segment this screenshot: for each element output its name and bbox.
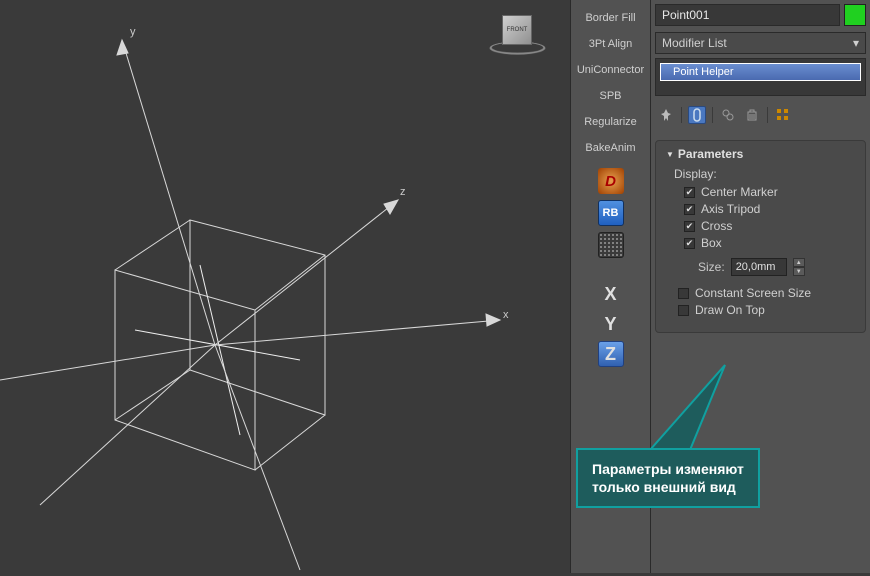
constant-screen-size-label: Constant Screen Size — [695, 286, 811, 300]
parameters-rollout: ▼ Parameters Display: ✔ Center Marker ✔ … — [655, 140, 866, 333]
box-label: Box — [701, 236, 722, 250]
rollout-title: Parameters — [678, 147, 743, 161]
make-unique-icon[interactable] — [719, 106, 737, 124]
modifier-list-label: Modifier List — [662, 36, 727, 50]
cross-label: Cross — [701, 219, 732, 233]
remove-modifier-icon[interactable] — [743, 106, 761, 124]
object-color-swatch[interactable] — [844, 4, 866, 26]
show-end-result-icon[interactable] — [688, 106, 706, 124]
callout-line1: Параметры изменяют — [592, 460, 744, 478]
regularize-button[interactable]: Regularize — [575, 111, 647, 133]
modifier-list-dropdown[interactable]: Modifier List ▾ — [655, 32, 866, 54]
modifier-stack-toolbar — [655, 102, 866, 134]
axis-z-button[interactable]: Z — [598, 341, 624, 367]
axis-y-button[interactable]: Y — [598, 311, 624, 337]
check-icon: ✔ — [684, 221, 695, 232]
viewport[interactable]: y z x FRONT — [0, 0, 565, 573]
modifier-stack[interactable]: Point Helper — [655, 58, 866, 96]
callout-pointer — [650, 360, 780, 460]
spb-button[interactable]: SPB — [575, 85, 647, 107]
spinner-down-icon[interactable]: ▼ — [793, 267, 805, 276]
object-name-input[interactable] — [655, 4, 840, 26]
annotation-callout: Параметры изменяют только внешний вид — [576, 448, 760, 508]
box-checkbox[interactable]: ✔ Box — [684, 236, 855, 250]
rollout-header[interactable]: ▼ Parameters — [666, 147, 855, 161]
pin-stack-icon[interactable] — [657, 106, 675, 124]
constant-screen-size-checkbox[interactable]: Constant Screen Size — [678, 286, 855, 300]
check-icon — [678, 305, 689, 316]
script-pattern-icon[interactable] — [598, 232, 624, 258]
viewcube[interactable]: FRONT — [480, 10, 555, 65]
draw-on-top-label: Draw On Top — [695, 303, 765, 317]
axis-x-button[interactable]: X — [598, 281, 624, 307]
check-icon — [678, 288, 689, 299]
axis-label-y: y — [130, 26, 136, 38]
bakeanim-button[interactable]: BakeAnim — [575, 137, 647, 159]
border-fill-button[interactable]: Border Fill — [575, 7, 647, 29]
axis-tripod-label: Axis Tripod — [701, 202, 760, 216]
axis-tripod-checkbox[interactable]: ✔ Axis Tripod — [684, 202, 855, 216]
size-spinner[interactable]: 20,0mm — [731, 258, 787, 276]
rollout-collapse-icon: ▼ — [666, 150, 674, 159]
size-label: Size: — [698, 260, 725, 274]
check-icon: ✔ — [684, 187, 695, 198]
callout-line2: только внешний вид — [592, 478, 744, 496]
script-d-icon[interactable]: D — [598, 168, 624, 194]
axis-label-x: x — [503, 309, 509, 321]
cross-checkbox[interactable]: ✔ Cross — [684, 219, 855, 233]
size-spinner-buttons[interactable]: ▲ ▼ — [793, 258, 805, 276]
draw-on-top-checkbox[interactable]: Draw On Top — [678, 303, 855, 317]
center-marker-checkbox[interactable]: ✔ Center Marker — [684, 185, 855, 199]
wireframe-scene: y z x — [0, 0, 565, 573]
modifier-stack-item[interactable]: Point Helper — [660, 63, 861, 81]
check-icon: ✔ — [684, 238, 695, 249]
chevron-down-icon: ▾ — [853, 36, 859, 50]
axis-label-z: z — [400, 186, 406, 198]
center-marker-label: Center Marker — [701, 185, 778, 199]
check-icon: ✔ — [684, 204, 695, 215]
script-rb-icon[interactable]: RB — [598, 200, 624, 226]
spinner-up-icon[interactable]: ▲ — [793, 258, 805, 267]
threept-align-button[interactable]: 3Pt Align — [575, 33, 647, 55]
display-label: Display: — [674, 167, 855, 181]
uniconnector-button[interactable]: UniConnector — [575, 59, 647, 81]
configure-modifier-sets-icon[interactable] — [774, 106, 792, 124]
viewcube-face[interactable]: FRONT — [502, 15, 532, 45]
